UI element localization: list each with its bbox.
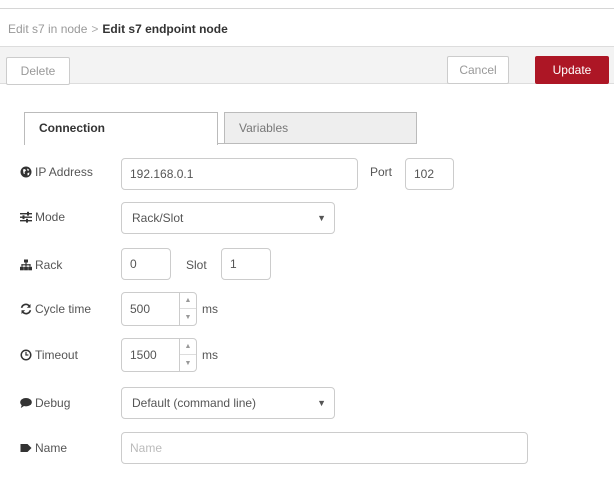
increment-icon[interactable]: ▲: [180, 292, 196, 309]
top-divider: [0, 8, 614, 9]
rack-label-text: Rack: [35, 258, 63, 272]
cancel-button[interactable]: Cancel: [447, 56, 509, 84]
chevron-down-icon: ▼: [317, 398, 326, 408]
tray-toolbar: Delete Cancel Update: [0, 46, 614, 85]
globe-icon: [20, 166, 32, 178]
increment-icon[interactable]: ▲: [180, 338, 196, 355]
ip-address-input[interactable]: [121, 158, 358, 190]
rack-label: Rack: [20, 258, 62, 272]
breadcrumb-separator: >: [91, 22, 99, 36]
tab-baseline: [218, 143, 417, 144]
debug-select-value: Default (command line): [132, 396, 257, 410]
port-label: Port: [370, 165, 393, 179]
chevron-down-icon: ▼: [317, 213, 326, 223]
cycle-time-stepper[interactable]: 500 ▲ ▼: [121, 292, 197, 326]
breadcrumb: Edit s7 in node > Edit s7 endpoint node: [8, 22, 228, 36]
cycle-time-value[interactable]: 500: [130, 292, 150, 326]
slot-label: Slot: [186, 258, 207, 272]
ip-address-label: IP Address: [20, 165, 93, 179]
decrement-icon[interactable]: ▼: [180, 355, 196, 372]
sitemap-icon: [20, 259, 32, 271]
timeout-value[interactable]: 1500: [130, 338, 157, 372]
ip-address-label-text: IP Address: [35, 165, 93, 179]
debug-select[interactable]: Default (command line) ▼: [121, 387, 335, 419]
mode-label: Mode: [20, 210, 65, 224]
tab-connection[interactable]: Connection: [24, 112, 218, 145]
timeout-stepper[interactable]: 1500 ▲ ▼: [121, 338, 197, 372]
name-label: Name: [20, 441, 67, 455]
breadcrumb-current: Edit s7 endpoint node: [102, 22, 228, 36]
name-label-text: Name: [35, 441, 68, 455]
slot-input[interactable]: [221, 248, 271, 280]
timeout-label: Timeout: [20, 348, 78, 362]
rack-input[interactable]: [121, 248, 171, 280]
cycle-time-label: Cycle time: [20, 302, 91, 316]
delete-button[interactable]: Delete: [6, 57, 70, 85]
cycle-time-unit: ms: [202, 302, 218, 316]
refresh-icon: [20, 303, 32, 315]
timeout-unit: ms: [202, 348, 218, 362]
debug-label-text: Debug: [35, 396, 71, 410]
breadcrumb-previous[interactable]: Edit s7 in node: [8, 22, 87, 36]
tag-icon: [20, 442, 32, 454]
name-input[interactable]: [121, 432, 528, 464]
debug-label: Debug: [20, 396, 70, 410]
cycle-time-arrows: ▲ ▼: [179, 292, 196, 326]
decrement-icon[interactable]: ▼: [180, 309, 196, 326]
port-input[interactable]: [405, 158, 454, 190]
update-button[interactable]: Update: [535, 56, 609, 84]
cycle-time-label-text: Cycle time: [35, 302, 92, 316]
mode-select-value: Rack/Slot: [132, 211, 184, 225]
mode-select[interactable]: Rack/Slot ▼: [121, 202, 335, 234]
sliders-icon: [20, 211, 32, 223]
comment-icon: [20, 397, 32, 409]
tab-variables[interactable]: Variables: [224, 112, 417, 144]
mode-label-text: Mode: [35, 210, 66, 224]
timeout-arrows: ▲ ▼: [179, 338, 196, 372]
timeout-label-text: Timeout: [35, 348, 78, 362]
clock-icon: [20, 349, 32, 361]
